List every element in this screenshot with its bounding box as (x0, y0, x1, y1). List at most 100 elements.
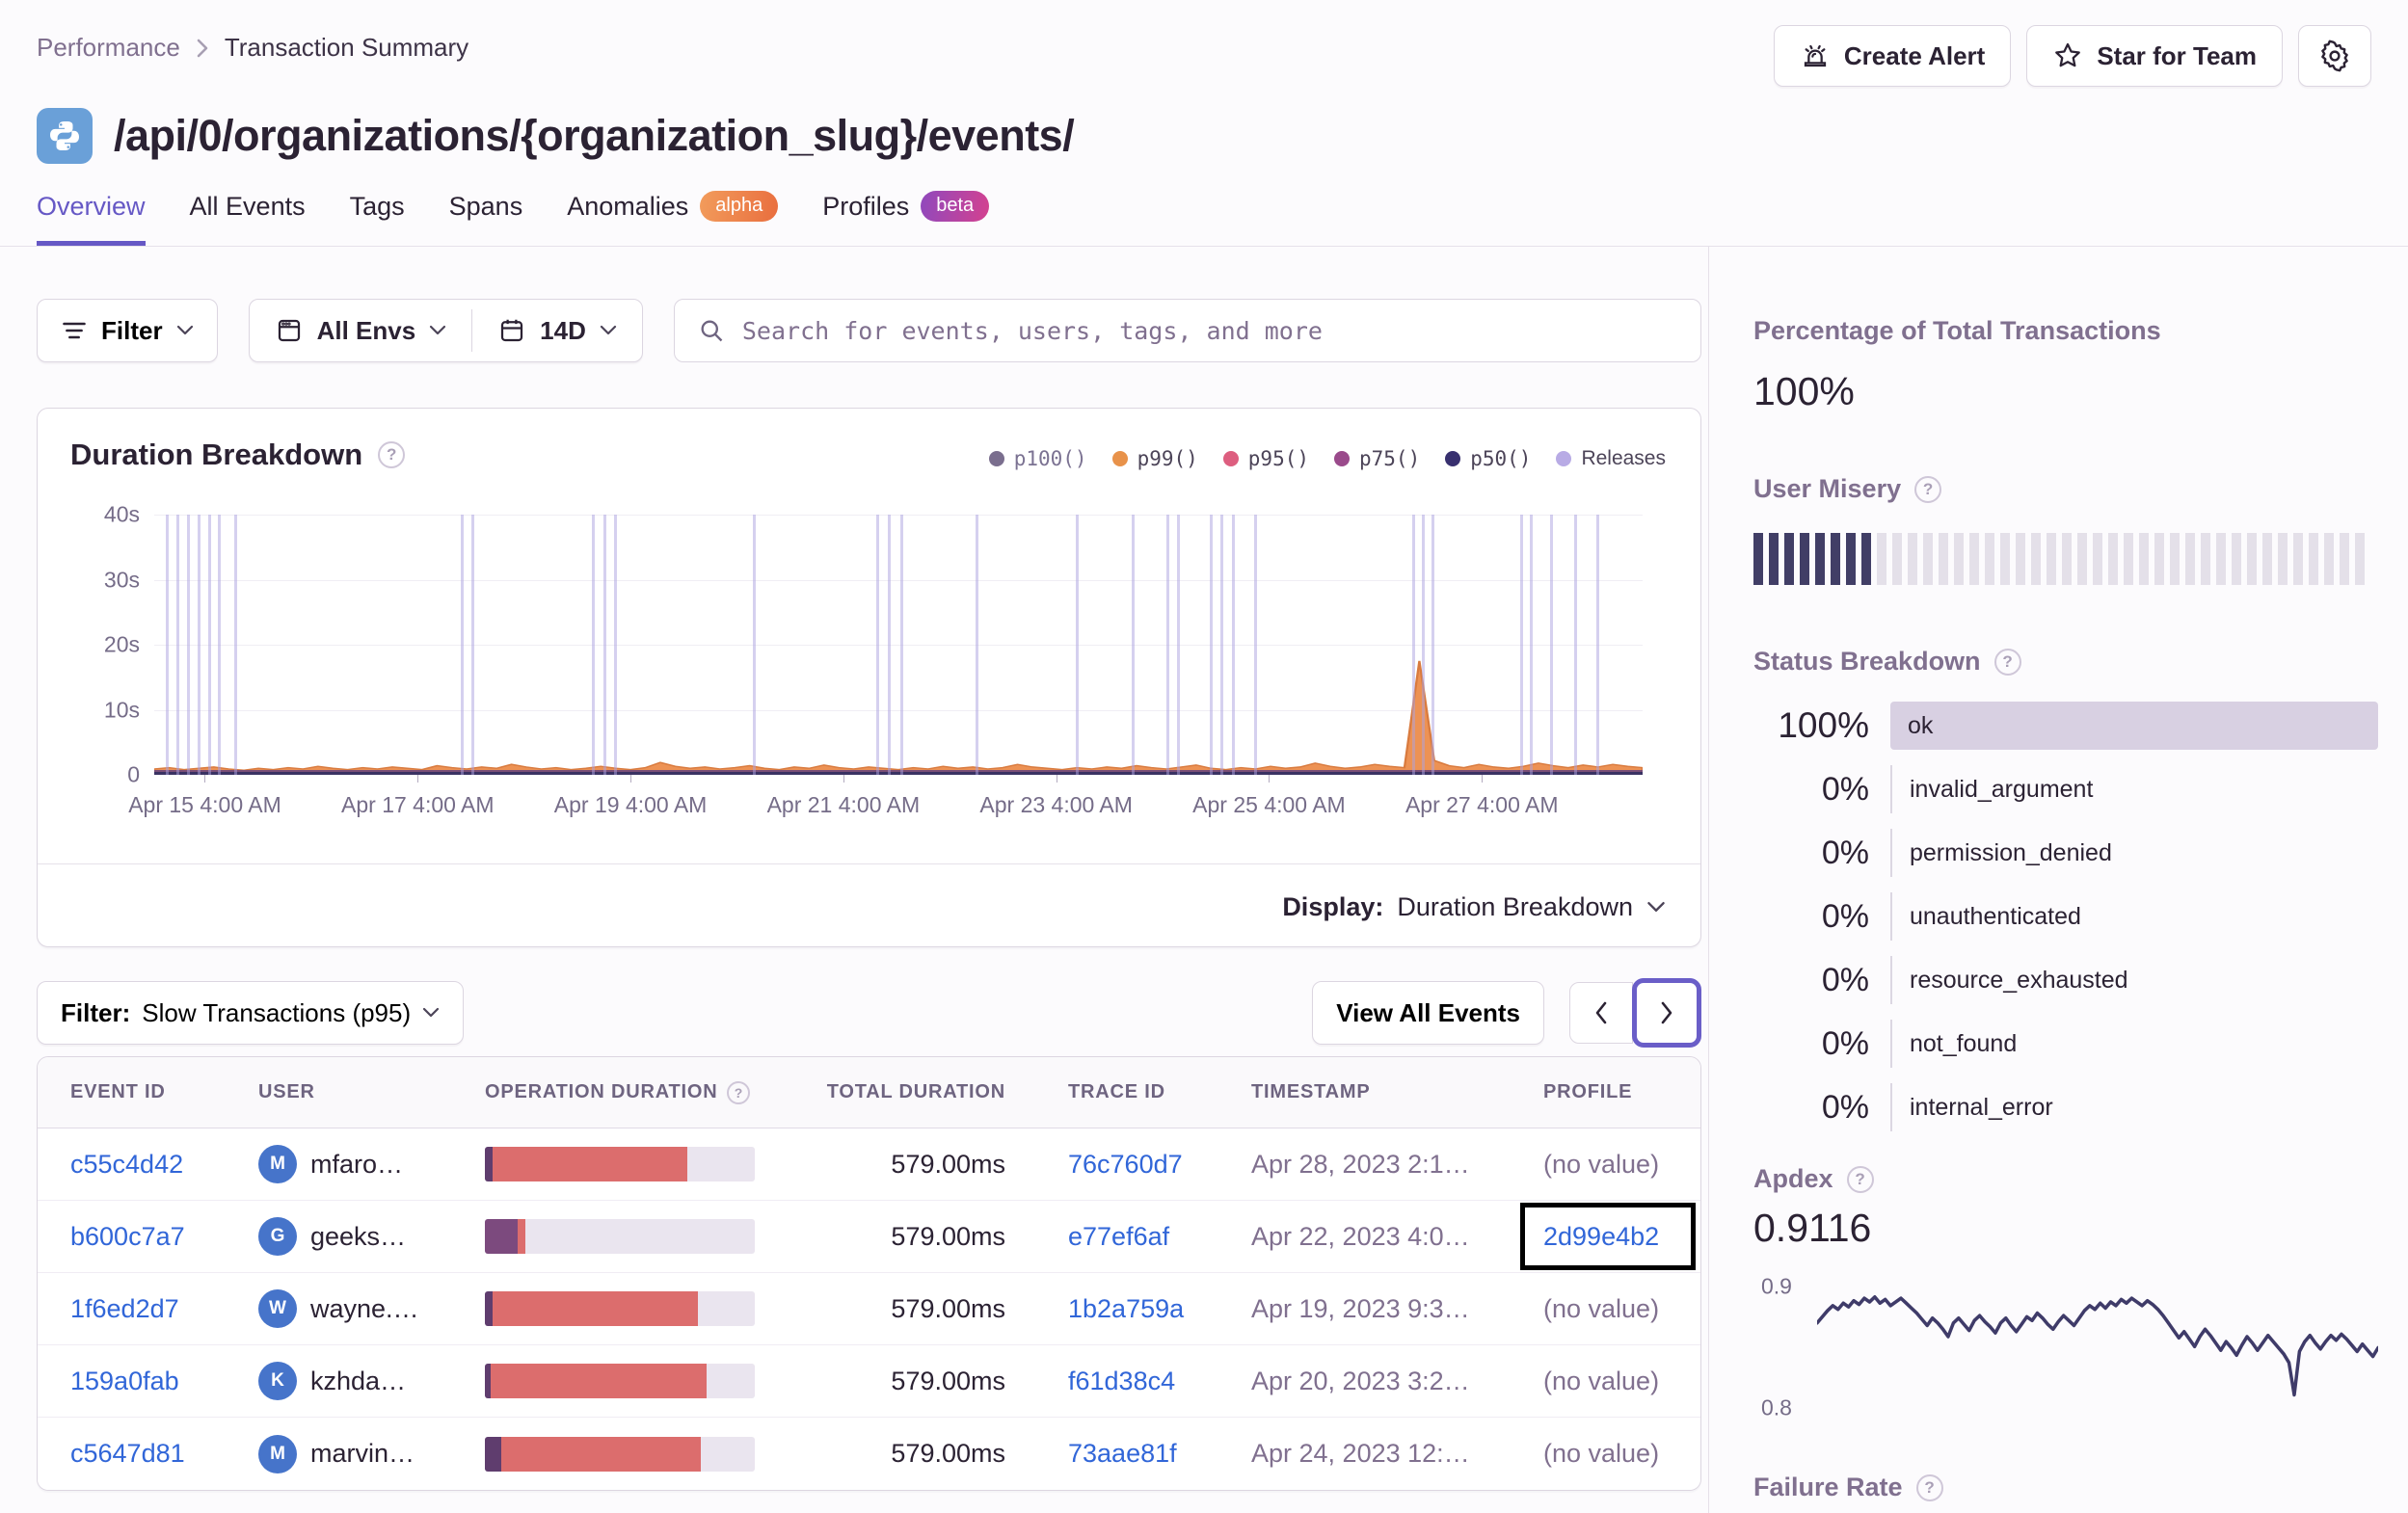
legend-p95[interactable]: p95() (1222, 447, 1309, 470)
event-id-link[interactable]: b600c7a7 (70, 1222, 185, 1251)
release-line (1431, 515, 1434, 775)
profile-no-value: (no value) (1543, 1293, 1660, 1323)
legend-p99[interactable]: p99() (1111, 447, 1198, 470)
trace-id-cell: 1b2a759a (1068, 1294, 1251, 1324)
tab-label: All Events (189, 191, 306, 221)
create-alert-button[interactable]: Create Alert (1773, 25, 2012, 87)
chevron-left-icon (1595, 1001, 1607, 1024)
transactions-filter-value: Slow Transactions (p95) (142, 997, 412, 1027)
topbar: Performance Transaction Summary Create A… (0, 0, 2408, 164)
help-icon[interactable]: ? (727, 1080, 751, 1104)
search-input[interactable] (741, 316, 1677, 345)
environment-selector[interactable]: All Envs (250, 300, 472, 361)
release-line (888, 515, 892, 775)
tab-spans[interactable]: Spans (449, 191, 523, 246)
date-range-selector[interactable]: 14D (472, 300, 642, 361)
trace-id-link[interactable]: f61d38c4 (1068, 1367, 1175, 1395)
timestamp-cell: Apr 22, 2023 4:0… (1251, 1221, 1470, 1251)
release-line (1176, 515, 1180, 775)
tab-anomalies[interactable]: Anomalies alpha (567, 191, 779, 246)
status-bar: resource_exhausted (1890, 956, 2378, 1004)
bar-segment (500, 1436, 701, 1472)
legend-dot (1445, 451, 1461, 466)
view-all-events-button[interactable]: View All Events (1312, 981, 1544, 1045)
tab-all-events[interactable]: All Events (190, 191, 306, 246)
chevron-down-icon (176, 325, 193, 335)
status-row: 0% not_found (1753, 1020, 2378, 1068)
release-line (899, 515, 903, 775)
legend-dot (988, 451, 1004, 466)
user-cell: Wwayne.… (258, 1289, 485, 1328)
x-axis: Apr 15 4:00 AM Apr 17 4:00 AM Apr 19 4:00 … (128, 775, 1643, 817)
help-icon[interactable]: ? (1993, 648, 2021, 676)
misery-bar (2154, 533, 2164, 585)
star-for-team-button[interactable]: Star for Team (2026, 25, 2283, 87)
event-id-link[interactable]: c55c4d42 (70, 1150, 183, 1179)
event-id-link[interactable]: 1f6ed2d7 (70, 1294, 179, 1323)
apdex-value: 0.9116 (1753, 1206, 1872, 1250)
release-line (614, 515, 618, 775)
release-line (752, 515, 756, 775)
user-name: geeks… (310, 1221, 407, 1251)
trace-id-link[interactable]: 1b2a759a (1068, 1294, 1184, 1323)
total-duration-cell: 579.00ms (891, 1366, 1005, 1395)
status-name: ok (1908, 711, 1934, 739)
release-line (875, 515, 879, 775)
tab-tags[interactable]: Tags (350, 191, 405, 246)
trace-id-link[interactable]: 73aae81f (1068, 1439, 1177, 1468)
misery-bar (1753, 533, 1763, 585)
user-avatar: K (258, 1362, 297, 1400)
apdex-y-bottom: 0.8 (1761, 1394, 1792, 1420)
legend-p50[interactable]: p50() (1445, 447, 1531, 470)
event-id-link[interactable]: c5647d81 (70, 1439, 185, 1468)
misery-bar (1815, 533, 1825, 585)
x-tickmark (843, 775, 844, 783)
page-title: /api/0/organizations/{organization_slug}… (114, 111, 1075, 160)
status-resource-exhausted: resource_exhausted (1890, 956, 2378, 1004)
breadcrumb-performance-link[interactable]: Performance (37, 33, 180, 63)
legend-label: p99() (1137, 447, 1198, 470)
star-icon (2052, 40, 2083, 71)
settings-button[interactable] (2298, 25, 2371, 87)
user-name: marvin… (310, 1439, 415, 1468)
filter-dropdown[interactable]: Filter (37, 299, 218, 362)
bar-segment (517, 1219, 525, 1254)
release-line (1422, 515, 1426, 775)
transactions-filter-dropdown[interactable]: Filter: Slow Transactions (p95) (37, 981, 465, 1045)
user-cell: Mmfaro… (258, 1145, 485, 1183)
help-icon[interactable]: ? (378, 441, 406, 468)
trace-id-link[interactable]: 76c760d7 (1068, 1150, 1183, 1179)
help-icon[interactable]: ? (1914, 475, 1942, 503)
total-duration-cell: 579.00ms (891, 1439, 1005, 1468)
trace-id-link[interactable]: e77ef6af (1068, 1222, 1169, 1251)
misery-bar (2185, 533, 2195, 585)
tab-overview[interactable]: Overview (37, 191, 146, 246)
misery-bar (1784, 533, 1794, 585)
tab-profiles[interactable]: Profiles beta (822, 191, 990, 246)
misery-bar (2293, 533, 2303, 585)
profile-link[interactable]: 2d99e4b2 (1543, 1222, 1659, 1252)
tab-label: Spans (448, 191, 523, 221)
legend-p100[interactable]: p100() (988, 447, 1087, 470)
table-row: 159a0fab Kkzhda… 579.00ms f61d38c4 Apr 20, 2… (38, 1345, 1700, 1418)
misery-bar (1954, 533, 1964, 585)
display-selector[interactable]: Display: Duration Breakdown (1282, 892, 1666, 922)
previous-page-button[interactable] (1569, 982, 1633, 1044)
misery-bar (1831, 533, 1840, 585)
column-user: USER (258, 1081, 315, 1102)
misery-bar (2340, 533, 2349, 585)
operation-duration-cell (485, 1364, 813, 1398)
legend-releases[interactable]: Releases (1556, 447, 1666, 470)
release-line (1132, 515, 1136, 775)
event-id-cell: 1f6ed2d7 (70, 1294, 258, 1324)
help-icon[interactable]: ? (1846, 1165, 1874, 1193)
tab-label: Tags (349, 191, 405, 221)
misery-bar (1846, 533, 1856, 585)
bar-segment (490, 1364, 707, 1398)
release-line (186, 515, 190, 775)
legend-p75[interactable]: p75() (1334, 447, 1420, 470)
table-body: c55c4d42 Mmfaro… 579.00ms 76c760d7 Apr 28, 2… (38, 1128, 1700, 1490)
next-page-button[interactable] (1632, 978, 1701, 1048)
event-id-link[interactable]: 159a0fab (70, 1367, 179, 1395)
help-icon[interactable]: ? (1915, 1473, 1943, 1501)
